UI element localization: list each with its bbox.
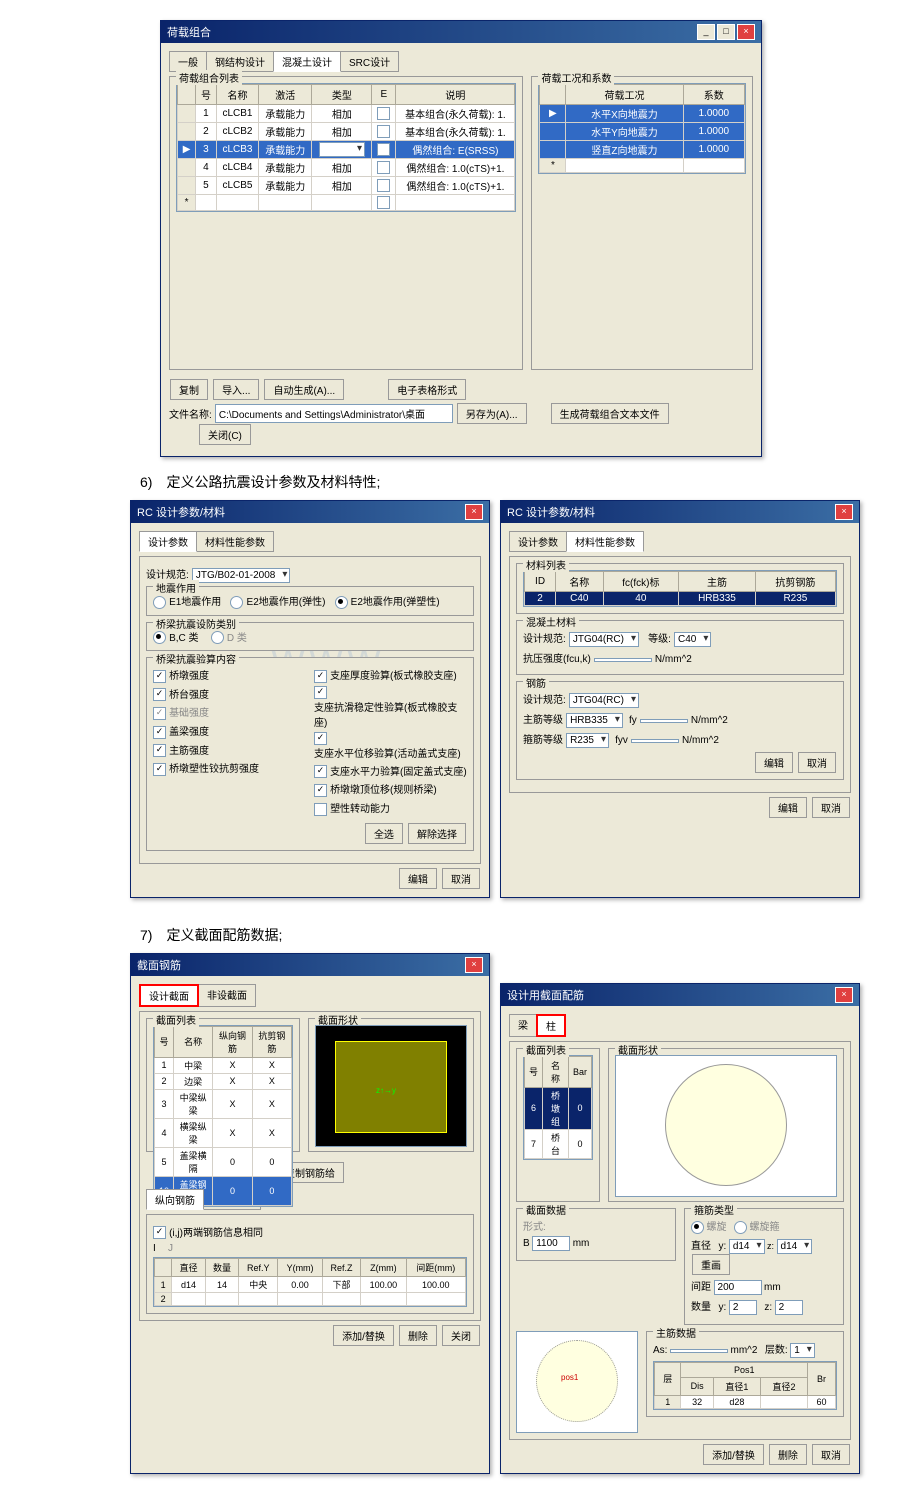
- copy-button[interactable]: 复制: [170, 379, 208, 400]
- edit3-button[interactable]: 编辑: [769, 797, 807, 818]
- bc-radio[interactable]: [153, 631, 166, 644]
- cancel-button[interactable]: 取消: [442, 868, 480, 889]
- loadcombo-grid[interactable]: 号名称激活类型E说明 1cLCB1承载能力相加基本组合(永久荷载): 1. 2c…: [176, 83, 516, 212]
- pos-preview: pos1: [516, 1331, 638, 1433]
- main-dropdown[interactable]: HRB335: [566, 713, 623, 728]
- group-loadcombo: 荷载组合列表: [176, 70, 242, 85]
- close-icon[interactable]: ×: [465, 504, 483, 520]
- section5-grid[interactable]: 号名称Bar 6桥墩组0 7桥台0: [523, 1055, 593, 1160]
- deselall-button[interactable]: 解除选择: [408, 823, 466, 844]
- edit-button[interactable]: 编辑: [399, 868, 437, 889]
- spreadsheet-button[interactable]: 电子表格形式: [388, 379, 466, 400]
- pos-grid[interactable]: 层Pos1Br Dis直径1直径2 132d2860: [653, 1361, 837, 1410]
- cancel5-button[interactable]: 取消: [812, 1444, 850, 1465]
- tab-material[interactable]: 材料性能参数: [196, 531, 274, 552]
- steel-code-dropdown[interactable]: JTG04(RC): [569, 693, 639, 708]
- e2p-radio[interactable]: [335, 596, 348, 609]
- tab-params[interactable]: 设计参数: [139, 531, 197, 552]
- e1-radio[interactable]: [153, 596, 166, 609]
- close-icon[interactable]: ×: [835, 987, 853, 1003]
- close4-button[interactable]: 关闭: [442, 1325, 480, 1346]
- dialog5-title: 设计用截面配筋: [507, 987, 584, 1003]
- selall-button[interactable]: 全选: [365, 823, 403, 844]
- close-icon[interactable]: ×: [737, 24, 755, 40]
- cancel2-button[interactable]: 取消: [798, 752, 836, 773]
- tab-steel[interactable]: 钢结构设计: [206, 51, 274, 72]
- tab-src[interactable]: SRC设计: [340, 51, 399, 72]
- close-icon[interactable]: ×: [465, 957, 483, 973]
- section-grid[interactable]: 号名称纵向钢筋抗剪钢筋 1中梁XX 2边梁XX 3中梁纵梁XX 4横梁纵梁XX …: [153, 1025, 293, 1207]
- close-icon[interactable]: ×: [835, 504, 853, 520]
- import-button[interactable]: 导入...: [213, 379, 259, 400]
- autogen-button[interactable]: 自动生成(A)...: [264, 379, 344, 400]
- del-button[interactable]: 删除: [399, 1325, 437, 1346]
- tab-long-rebar[interactable]: 纵向钢筋: [146, 1189, 204, 1210]
- code-dropdown[interactable]: JTG/B02-01-2008: [192, 568, 291, 583]
- saveas-button[interactable]: 另存为(A)...: [457, 403, 527, 424]
- tab-design-section[interactable]: 设计截面: [139, 984, 199, 1007]
- tab-nondesign[interactable]: 非设截面: [198, 984, 256, 1007]
- dialog2-title: RC 设计参数/材料: [137, 504, 225, 520]
- dialog4-title: 截面钢筋: [137, 957, 181, 973]
- tab-material2[interactable]: 材料性能参数: [566, 531, 644, 552]
- circle-preview: [615, 1055, 837, 1197]
- dialog3-title: RC 设计参数/材料: [507, 504, 595, 520]
- tab-column[interactable]: 柱: [536, 1014, 566, 1037]
- tab-concrete[interactable]: 混凝土设计: [273, 51, 341, 72]
- filepath-input[interactable]: C:\Documents and Settings\Administrator\…: [215, 404, 453, 423]
- group-loadcase: 荷载工况和系数: [538, 70, 614, 85]
- tab-params2[interactable]: 设计参数: [509, 531, 567, 552]
- conc-code-dropdown[interactable]: JTG04(RC): [569, 632, 639, 647]
- genfile-button[interactable]: 生成荷载组合文本文件: [551, 403, 669, 424]
- tab-general[interactable]: 一般: [169, 51, 207, 72]
- minimize-icon[interactable]: _: [697, 24, 715, 40]
- section-preview: z↑→y: [315, 1025, 467, 1147]
- cancel3-button[interactable]: 取消: [812, 797, 850, 818]
- stir-dropdown[interactable]: R235: [566, 733, 609, 748]
- filepath-label: 文件名称:: [169, 406, 212, 421]
- addrep-button[interactable]: 添加/替换: [333, 1325, 394, 1346]
- b-input[interactable]: 1100: [532, 1236, 570, 1251]
- redraw-button[interactable]: 重画: [692, 1254, 730, 1275]
- dialog1-title: 荷载组合: [167, 24, 211, 40]
- section6-title: 6) 定义公路抗震设计参数及材料特性;: [140, 472, 860, 492]
- grade-dropdown[interactable]: C40: [674, 632, 711, 647]
- maximize-icon[interactable]: □: [717, 24, 735, 40]
- del5-button[interactable]: 删除: [769, 1444, 807, 1465]
- rebar-grid[interactable]: 直径数量Ref.YY(mm)Ref.ZZ(mm)间距(mm) 1d1414中央0…: [153, 1257, 467, 1307]
- loadcase-grid[interactable]: 荷载工况系数 ▶水平X向地震力1.0000 水平Y向地震力1.0000 竖直Z向…: [538, 83, 746, 174]
- close-button[interactable]: 关闭(C): [199, 424, 251, 445]
- d-radio[interactable]: [211, 631, 224, 644]
- addrep5-button[interactable]: 添加/替换: [703, 1444, 764, 1465]
- material-grid[interactable]: ID名称fc(fck)标主筋抗剪钢筋 2C4040HRB335R235: [523, 570, 837, 607]
- e2e-radio[interactable]: [230, 596, 243, 609]
- code-label: 设计规范:: [146, 566, 189, 581]
- tab-beam[interactable]: 梁: [509, 1014, 537, 1037]
- section7-title: 7) 定义截面配筋数据;: [140, 925, 860, 945]
- edit2-button[interactable]: 编辑: [755, 752, 793, 773]
